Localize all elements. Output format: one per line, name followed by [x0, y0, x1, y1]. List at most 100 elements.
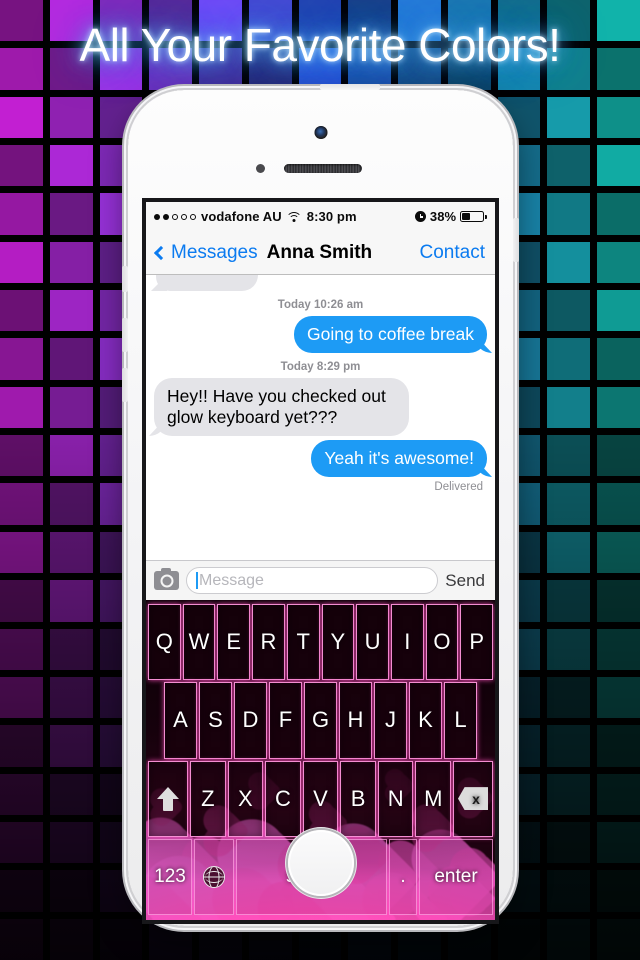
silent-switch[interactable] [122, 266, 128, 292]
keyboard-row-3: ZXCVBNM x [147, 760, 494, 838]
proximity-sensor-icon [256, 164, 265, 173]
message-bubble-incoming[interactable]: Hey!! Have you checked out glow keyboard… [154, 378, 409, 436]
background-tile [597, 676, 640, 719]
key-f[interactable]: F [269, 682, 302, 759]
background-tile [49, 676, 93, 719]
background-tile [597, 821, 640, 864]
key-r[interactable]: R [252, 604, 285, 681]
period-key[interactable]: . [389, 838, 417, 915]
background-tile [49, 483, 93, 525]
shift-icon [157, 787, 179, 811]
alarm-icon [414, 211, 426, 222]
background-tile [597, 290, 640, 332]
carrier-label: vodafone AU [201, 209, 282, 224]
background-tile [547, 531, 591, 574]
background-tile [597, 580, 640, 622]
globe-icon [203, 865, 225, 888]
background-tile [0, 435, 43, 477]
background-tile [547, 193, 591, 235]
key-t[interactable]: T [286, 604, 320, 681]
page-title: All Your Favorite Colors! [79, 19, 561, 71]
background-tile [49, 870, 93, 912]
keyboard-row-1: QWERTYUIOP [147, 603, 494, 681]
key-l[interactable]: L [444, 682, 477, 759]
volume-up-button[interactable] [122, 318, 128, 352]
key-n[interactable]: N [377, 760, 414, 837]
wifi-icon [287, 211, 301, 222]
delivery-status: Delivered [434, 481, 483, 493]
background-tile [49, 580, 93, 622]
key-g[interactable]: G [304, 682, 337, 759]
shift-key[interactable] [148, 760, 188, 837]
key-q[interactable]: Q [148, 604, 181, 681]
key-p[interactable]: P [460, 604, 494, 681]
message-input-placeholder: Message [199, 571, 264, 589]
background-tile [49, 241, 93, 284]
background-tile [547, 821, 591, 864]
background-tile [547, 628, 591, 670]
background-tile [49, 531, 93, 574]
background-tile [597, 870, 640, 912]
key-v[interactable]: V [302, 760, 339, 837]
key-x[interactable]: X [227, 760, 264, 837]
back-to-messages-button[interactable]: Messages [153, 241, 258, 264]
key-j[interactable]: J [374, 682, 407, 759]
numeric-key[interactable]: 123 [148, 838, 192, 915]
background-tile [49, 725, 93, 767]
background-tile [0, 725, 43, 767]
key-s[interactable]: S [199, 682, 232, 759]
battery-icon [460, 211, 487, 222]
key-d[interactable]: D [234, 682, 267, 759]
background-tile [0, 580, 43, 622]
status-bar-right: 38% [414, 209, 487, 224]
message-input[interactable]: Message [186, 567, 439, 594]
background-tile [547, 290, 591, 332]
volume-down-button[interactable] [122, 368, 128, 402]
conversation-list[interactable]: Today 10:26 am Going to coffee break Tod… [146, 275, 495, 560]
key-h[interactable]: H [339, 682, 372, 759]
message-bubble-outgoing[interactable]: Going to coffee break [293, 316, 487, 353]
key-c[interactable]: C [265, 760, 301, 837]
key-i[interactable]: I [390, 604, 424, 681]
earpiece-speaker-icon [284, 164, 362, 173]
background-tile [597, 193, 640, 235]
key-z[interactable]: Z [190, 760, 226, 837]
background-tile [597, 145, 640, 187]
enter-key[interactable]: enter [419, 838, 493, 915]
background-tile [49, 290, 93, 332]
key-o[interactable]: O [425, 604, 459, 681]
key-a[interactable]: A [164, 682, 197, 759]
status-bar: vodafone AU 8:30 pm 38% [146, 202, 495, 231]
background-tile [597, 435, 640, 477]
background-tile [597, 918, 640, 960]
front-camera-icon [314, 126, 327, 139]
key-e[interactable]: E [217, 604, 251, 681]
message-bubble-outgoing[interactable]: Yeah it's awesome! [311, 440, 487, 477]
background-tile [597, 241, 640, 284]
message-row: Yeah it's awesome! [154, 440, 487, 477]
background-tile [49, 338, 93, 380]
power-button[interactable] [513, 218, 519, 262]
backspace-key[interactable]: x [453, 760, 493, 837]
background-tile [597, 96, 640, 139]
key-m[interactable]: M [415, 760, 452, 837]
background-tile [597, 773, 640, 815]
background-tile [547, 918, 591, 960]
top-edge-accent [320, 84, 380, 90]
key-w[interactable]: W [182, 604, 216, 681]
send-button[interactable]: Send [445, 571, 487, 591]
key-k[interactable]: K [409, 682, 442, 759]
home-button[interactable] [287, 830, 354, 896]
back-button-label: Messages [171, 241, 258, 263]
key-b[interactable]: B [340, 760, 376, 837]
background-tile [49, 386, 93, 429]
camera-icon[interactable] [154, 568, 179, 590]
contact-button[interactable]: Contact [420, 242, 485, 264]
language-key[interactable] [194, 838, 234, 915]
key-u[interactable]: U [356, 604, 389, 681]
background-tile [0, 338, 43, 380]
background-tile [0, 531, 43, 574]
message-row: Going to coffee break [154, 316, 487, 353]
key-y[interactable]: Y [321, 604, 355, 681]
background-tile [49, 435, 93, 477]
